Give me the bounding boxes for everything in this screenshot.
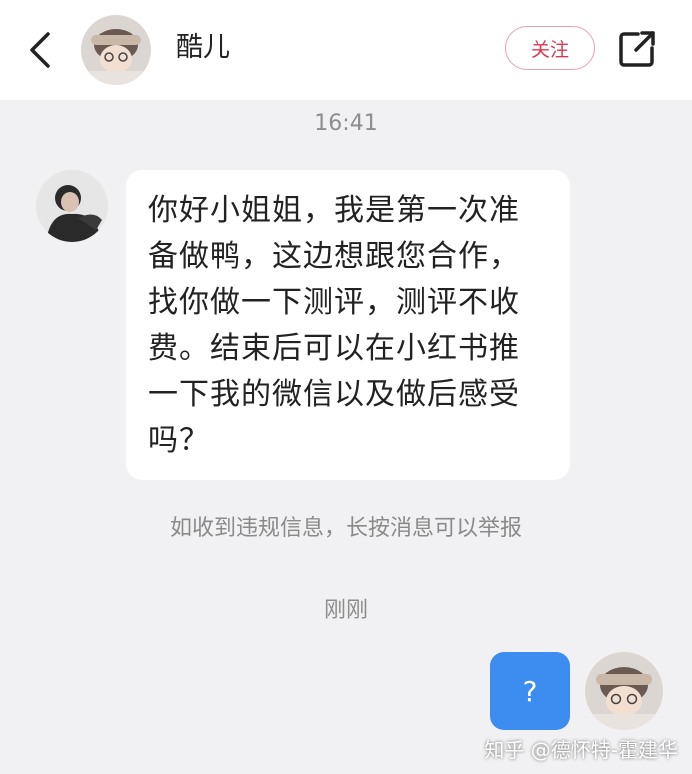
incoming-message-bubble[interactable]: 你好小姐姐，我是第一次准 备做鸭，这边想跟您合作， 找你做一下测评，测评不收 费…: [126, 170, 570, 480]
chat-header: 酷儿 关注: [0, 0, 692, 100]
back-button[interactable]: [22, 28, 58, 72]
message-timestamp: 16:41: [314, 111, 378, 136]
message-line: 费。结束后可以在小红书推: [148, 331, 520, 366]
outgoing-message-bubble[interactable]: ?: [490, 652, 570, 730]
message-line: 吗？: [148, 423, 210, 458]
outgoing-message-text: ?: [522, 674, 538, 708]
share-button[interactable]: [616, 28, 658, 70]
contact-name: 酷儿: [176, 32, 230, 63]
message-line: 你好小姐姐，我是第一次准: [148, 193, 520, 228]
report-notice: 如收到违规信息，长按消息可以举报: [169, 516, 522, 541]
sender-avatar[interactable]: [36, 170, 108, 242]
message-line: 一下我的微信以及做后感受: [148, 377, 520, 412]
message-line: 找你做一下测评，测评不收: [148, 285, 520, 320]
share-icon: [619, 31, 655, 67]
watermark: 知乎 @德怀特-霍建华: [484, 738, 678, 762]
contact-avatar[interactable]: [81, 15, 151, 85]
message-line: 备做鸭，这边想跟您合作，: [148, 239, 520, 274]
follow-button[interactable]: 关注: [505, 26, 595, 70]
my-avatar[interactable]: [585, 652, 663, 730]
chevron-left-icon: [30, 32, 50, 68]
recent-timestamp: 刚刚: [323, 598, 368, 623]
